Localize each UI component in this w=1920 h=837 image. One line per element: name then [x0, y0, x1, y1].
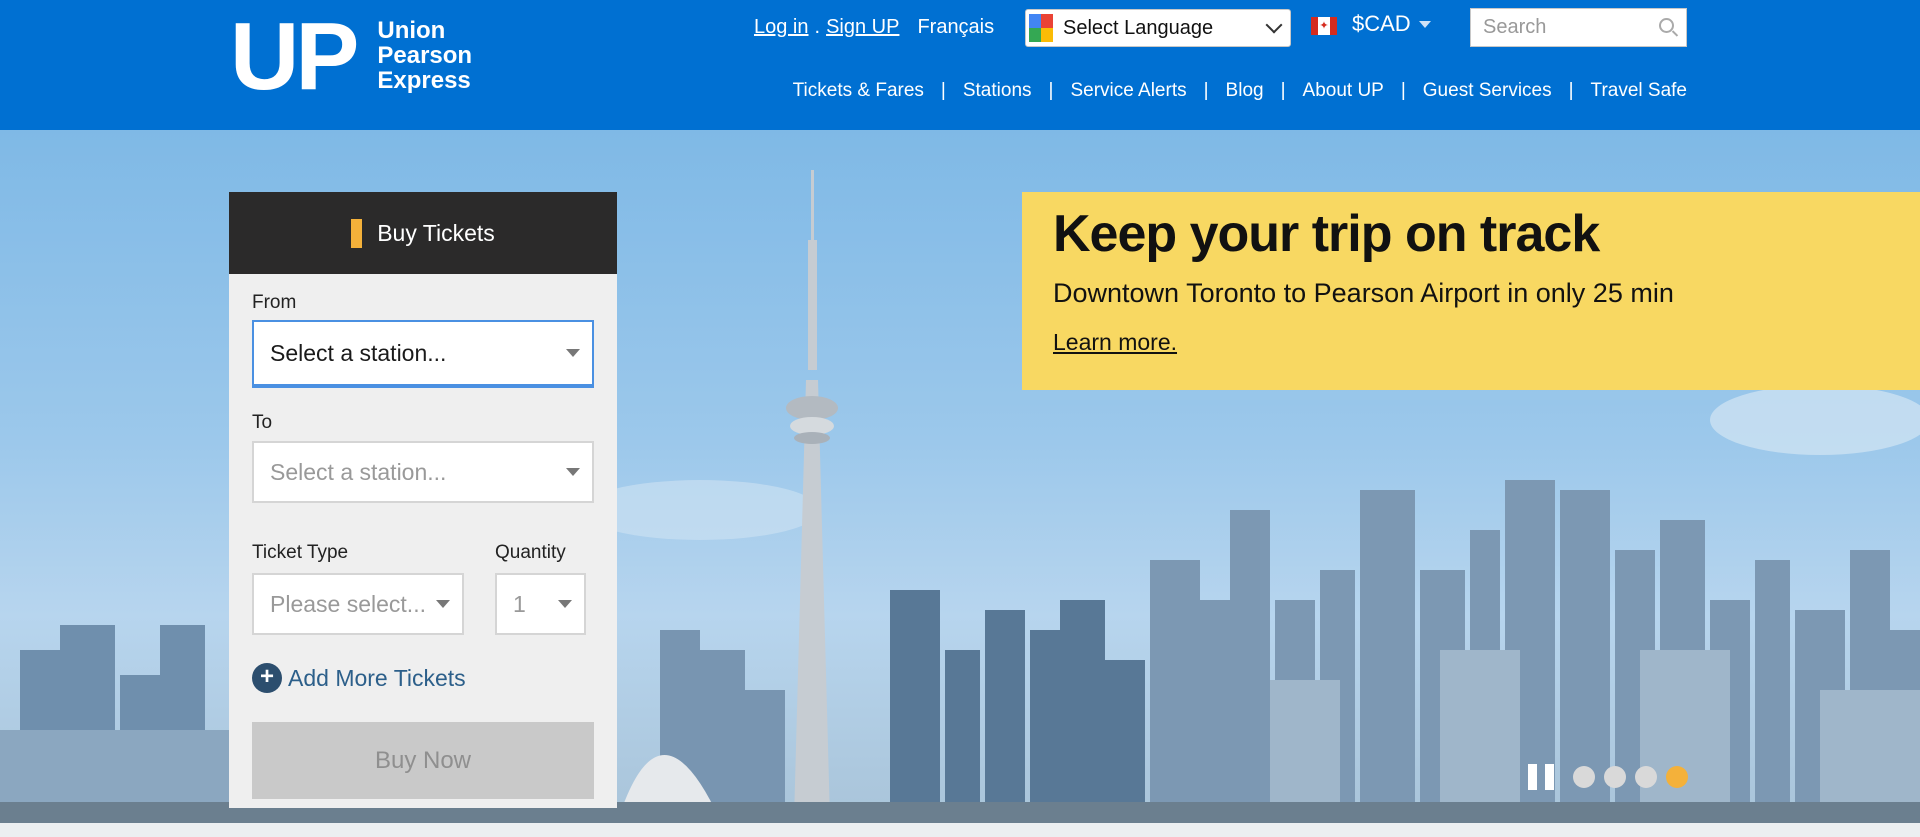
- caret-down-icon: [1418, 20, 1431, 28]
- nav-divider: |: [1280, 80, 1286, 101]
- french-language-link[interactable]: Français: [917, 16, 994, 39]
- login-link[interactable]: Log in: [754, 16, 809, 39]
- search-input[interactable]: [1471, 9, 1641, 46]
- site-header: UP Union Pearson Express Log in . Sign U…: [0, 0, 1920, 130]
- pause-icon[interactable]: [1528, 764, 1554, 790]
- to-label: To: [252, 412, 273, 433]
- nav-service-alerts[interactable]: Service Alerts: [1070, 80, 1186, 102]
- carousel-controls: [1528, 764, 1688, 790]
- google-translate-icon: [1029, 14, 1053, 42]
- logo-line-1: Union: [377, 17, 446, 44]
- logo-line-2: Pearson: [377, 42, 473, 69]
- to-station-value: Select a station...: [270, 458, 447, 485]
- promo-subtext: Downtown Toronto to Pearson Airport in o…: [1053, 278, 1674, 308]
- link-separator: .: [814, 15, 821, 38]
- from-station-value: Select a station...: [270, 339, 447, 366]
- main-navigation: Tickets & Fares | Stations | Service Ale…: [793, 80, 1687, 102]
- signup-link[interactable]: Sign UP: [826, 16, 899, 39]
- accent-bar-icon: [351, 218, 363, 248]
- plus-circle-icon: +: [252, 663, 282, 693]
- nav-travel-safe[interactable]: Travel Safe: [1591, 80, 1687, 102]
- currency-dropdown[interactable]: $CAD: [1352, 11, 1431, 37]
- buy-tickets-header: Buy Tickets: [229, 192, 617, 274]
- language-select[interactable]: Select Language: [1025, 9, 1291, 47]
- carousel-dot-2[interactable]: [1604, 766, 1626, 788]
- nav-blog[interactable]: Blog: [1226, 80, 1264, 102]
- nav-divider: |: [1568, 80, 1574, 101]
- to-station-select[interactable]: Select a station...: [252, 441, 594, 503]
- logo-wordmark: Union Pearson Express: [377, 18, 472, 93]
- nav-about-up[interactable]: About UP: [1303, 80, 1384, 102]
- nav-tickets-fares[interactable]: Tickets & Fares: [793, 80, 924, 102]
- dropdown-arrow-icon: [558, 600, 572, 608]
- language-select-value: Select Language: [1063, 16, 1214, 39]
- dropdown-arrow-icon: [436, 600, 450, 608]
- currency-label: $CAD: [1352, 11, 1411, 36]
- nav-divider: |: [1048, 80, 1054, 101]
- canada-flag-icon: ✦: [1311, 17, 1337, 35]
- buy-tickets-title: Buy Tickets: [377, 219, 495, 246]
- search-icon[interactable]: [1659, 18, 1674, 33]
- carousel-dot-1[interactable]: [1573, 766, 1595, 788]
- from-label: From: [252, 292, 297, 313]
- carousel-dot-4[interactable]: [1666, 766, 1688, 788]
- from-station-select[interactable]: Select a station...: [252, 320, 594, 386]
- nav-guest-services[interactable]: Guest Services: [1423, 80, 1552, 102]
- up-express-logo[interactable]: UP Union Pearson Express: [230, 3, 472, 110]
- add-more-tickets-label: Add More Tickets: [288, 664, 466, 691]
- promo-headline: Keep your trip on track: [1053, 205, 1600, 263]
- nav-stations[interactable]: Stations: [963, 80, 1032, 102]
- ticket-type-label: Ticket Type: [252, 542, 349, 563]
- carousel-dot-3[interactable]: [1635, 766, 1657, 788]
- ticket-type-select[interactable]: Please select...: [252, 573, 464, 635]
- nav-divider: |: [1203, 80, 1209, 101]
- logo-mark: UP: [230, 3, 359, 110]
- quantity-value: 1: [513, 590, 526, 617]
- chevron-down-icon: [1265, 16, 1283, 34]
- dropdown-arrow-icon: [566, 468, 580, 476]
- buy-tickets-panel: Buy Tickets From Select a station... To …: [229, 192, 617, 808]
- page-bottom-strip: [0, 823, 1920, 837]
- ticket-type-value: Please select...: [270, 590, 426, 617]
- quantity-select[interactable]: 1: [495, 573, 586, 635]
- nav-divider: |: [940, 80, 946, 101]
- learn-more-link[interactable]: Learn more.: [1053, 329, 1177, 356]
- promo-banner: Keep your trip on track Downtown Toronto…: [1022, 192, 1920, 390]
- buy-now-button[interactable]: Buy Now: [252, 722, 594, 799]
- dropdown-arrow-icon: [566, 349, 580, 357]
- account-links: Log in . Sign UP Français: [754, 10, 994, 44]
- search-box: [1470, 8, 1687, 47]
- nav-divider: |: [1400, 80, 1406, 101]
- quantity-label: Quantity: [495, 542, 566, 563]
- logo-line-3: Express: [377, 67, 471, 94]
- add-more-tickets-link[interactable]: + Add More Tickets: [252, 663, 466, 693]
